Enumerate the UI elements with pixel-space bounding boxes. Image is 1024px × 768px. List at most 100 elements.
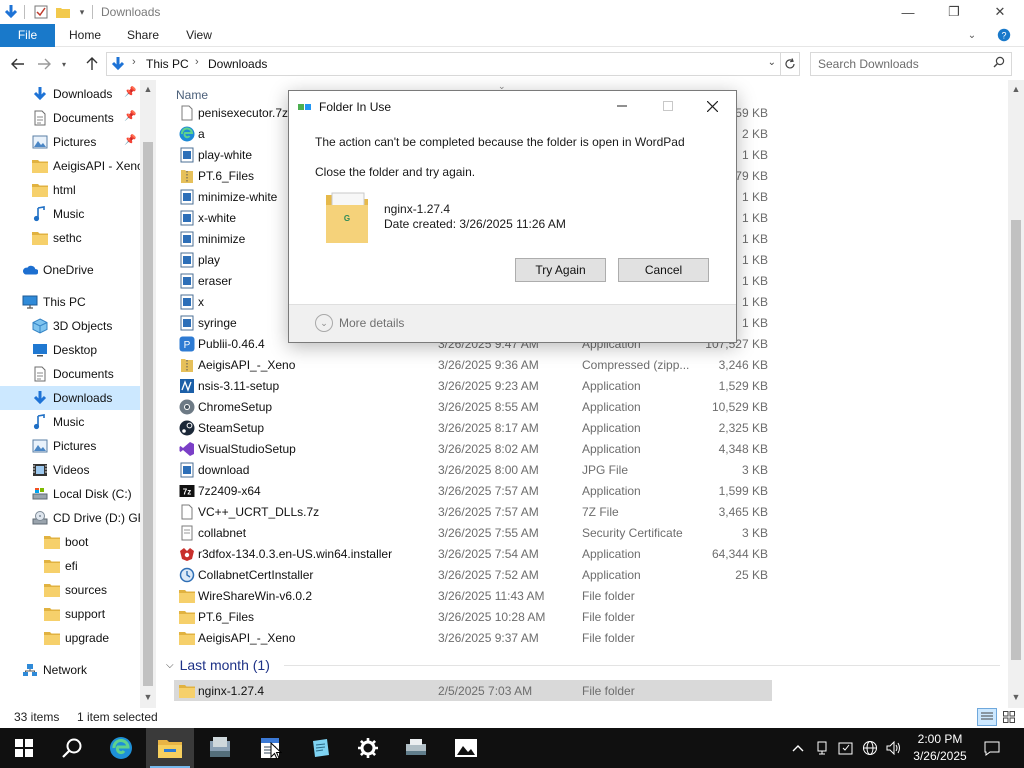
file-row[interactable]: nsis-3.11-setup 3/26/2025 9:23 AM Applicat… <box>174 375 772 396</box>
file-row[interactable]: AeigisAPI_-_Xeno 3/26/2025 9:36 AM Compres… <box>174 354 772 375</box>
nav-item[interactable]: Documents <box>0 362 140 386</box>
help-button[interactable]: ? <box>994 24 1014 47</box>
properties-icon[interactable] <box>32 3 50 21</box>
scroll-down-icon[interactable]: ▼ <box>140 690 156 704</box>
maximize-button[interactable]: ❐ <box>931 0 977 24</box>
nav-item[interactable]: Pictures <box>0 434 140 458</box>
file-row[interactable]: VisualStudioSetup 3/26/2025 8:02 AM Applic… <box>174 438 772 459</box>
nav-item[interactable]: CD Drive (D:) GR <box>0 506 146 530</box>
file-list-scrollbar[interactable]: ▲ ▼ <box>1008 80 1024 708</box>
refresh-button[interactable] <box>780 52 800 76</box>
file-row[interactable]: ChromeSetup 3/26/2025 8:55 AM Application 1… <box>174 396 772 417</box>
file-row[interactable]: PT.6_Files 3/26/2025 10:28 AM File folder <box>174 606 772 627</box>
breadcrumb-separator-icon[interactable]: › <box>132 56 136 68</box>
tab-home[interactable]: Home <box>58 24 112 47</box>
nav-item[interactable]: boot <box>0 530 140 554</box>
cancel-button[interactable]: Cancel <box>618 258 709 282</box>
edge-taskbar-button[interactable] <box>97 728 145 768</box>
minimize-button[interactable]: — <box>885 0 931 24</box>
more-details-toggle[interactable]: ⌄ More details <box>315 314 404 332</box>
back-button[interactable] <box>8 54 28 74</box>
up-button[interactable] <box>82 54 102 74</box>
dialog-minimize-button[interactable] <box>599 91 644 121</box>
scroll-up-icon[interactable]: ▲ <box>140 82 156 96</box>
file-row[interactable]: download 3/26/2025 8:00 AM JPG File 3 KB <box>174 459 772 480</box>
tray-device-icon[interactable] <box>812 728 832 768</box>
expand-ribbon-icon[interactable]: ⌄ <box>962 24 982 47</box>
recent-locations-icon[interactable]: ▾ <box>58 54 70 74</box>
tab-share[interactable]: Share <box>116 24 170 47</box>
nav-item[interactable]: efi <box>0 554 140 578</box>
column-name[interactable]: Name <box>176 88 208 102</box>
file-row[interactable]: VC++_UCRT_DLLs.7z 3/26/2025 7:57 AM 7Z Fil… <box>174 501 772 522</box>
nav-item[interactable]: html <box>0 178 140 202</box>
nav-item[interactable]: Network <box>0 658 140 682</box>
search-button[interactable] <box>48 728 96 768</box>
clock[interactable]: 2:00 PM 3/26/2025 <box>906 731 974 765</box>
close-button[interactable]: ✕ <box>977 0 1023 24</box>
tab-file[interactable]: File <box>0 24 55 47</box>
nav-item[interactable]: This PC <box>0 290 140 314</box>
group-collapse-icon[interactable]: ⌵ <box>166 660 174 671</box>
app-installer-taskbar-button[interactable] <box>196 728 244 768</box>
nav-item[interactable]: support <box>0 602 140 626</box>
wordpad-taskbar-button[interactable] <box>246 728 294 768</box>
file-row[interactable]: CollabnetCertInstaller 3/26/2025 7:52 AM A… <box>174 564 772 585</box>
nav-item[interactable]: Documents 📌 <box>0 106 140 130</box>
file-row[interactable]: nginx-1.27.4 2/5/2025 7:03 AM File folder <box>174 680 772 701</box>
file-row[interactable]: collabnet 3/26/2025 7:55 AM Security Certi… <box>174 522 772 543</box>
nav-item[interactable]: Videos <box>0 458 140 482</box>
file-row[interactable]: r3dfox-134.0.3.en-US.win64.installer 3/26… <box>174 543 772 564</box>
breadcrumb-downloads[interactable]: Downloads <box>208 57 267 71</box>
language-icon[interactable] <box>860 728 880 768</box>
address-box[interactable]: › This PC › Downloads ⌄ <box>106 52 781 76</box>
settings-taskbar-button[interactable] <box>344 728 392 768</box>
network-drive-taskbar-button[interactable] <box>392 728 440 768</box>
scroll-down-icon[interactable]: ▼ <box>1008 690 1024 704</box>
breadcrumb-this-pc[interactable]: This PC <box>146 57 189 71</box>
scroll-up-icon[interactable]: ▲ <box>1008 82 1024 96</box>
nav-item[interactable]: Music <box>0 410 140 434</box>
nav-item[interactable]: AeigisAPI - Xeno <box>0 154 144 178</box>
file-list-scroll-thumb[interactable] <box>1011 220 1021 660</box>
notepad-taskbar-button[interactable] <box>296 728 344 768</box>
volume-icon[interactable] <box>884 728 904 768</box>
nav-scrollbar[interactable]: ▲ ▼ <box>140 80 156 708</box>
customize-quick-access-icon[interactable]: ▾ <box>75 3 89 21</box>
nav-item[interactable]: Desktop <box>0 338 140 362</box>
file-row[interactable]: WireShareWin-v6.0.2 3/26/2025 11:43 AM Fil… <box>174 585 772 606</box>
nav-item[interactable]: Local Disk (C:) <box>0 482 140 506</box>
nav-scroll-thumb[interactable] <box>143 142 153 686</box>
nav-item[interactable]: upgrade <box>0 626 140 650</box>
search-icon[interactable] <box>993 56 1005 71</box>
dialog-close-button[interactable] <box>690 91 735 121</box>
large-icons-view-button[interactable] <box>999 708 1019 726</box>
show-hidden-icons-icon[interactable] <box>789 728 807 768</box>
tray-security-icon[interactable] <box>836 728 856 768</box>
file-row[interactable]: 7z 7z2409-x64 3/26/2025 7:57 AM Application… <box>174 480 772 501</box>
file-row[interactable]: SteamSetup 3/26/2025 8:17 AM Application 2,… <box>174 417 772 438</box>
details-view-button[interactable] <box>977 708 997 726</box>
nav-item[interactable]: OneDrive <box>0 258 140 282</box>
breadcrumb-separator-icon[interactable]: › <box>195 56 199 68</box>
tab-view[interactable]: View <box>172 24 226 47</box>
start-button[interactable] <box>0 728 48 768</box>
expand-chevron-icon[interactable]: ⌄ <box>315 314 333 332</box>
try-again-button[interactable]: Try Again <box>515 258 606 282</box>
search-box[interactable] <box>810 52 1012 76</box>
search-input[interactable] <box>811 53 987 75</box>
forward-button[interactable] <box>34 54 54 74</box>
notification-icon[interactable] <box>980 728 1004 768</box>
nav-item[interactable]: Downloads 📌 <box>0 82 140 106</box>
address-dropdown-icon[interactable]: ⌄ <box>768 57 776 68</box>
new-folder-icon[interactable] <box>54 3 72 21</box>
photos-taskbar-button[interactable] <box>442 728 490 768</box>
nav-item[interactable]: Pictures 📌 <box>0 130 140 154</box>
nav-item[interactable]: Music <box>0 202 140 226</box>
nav-item[interactable]: sources <box>0 578 140 602</box>
nav-item[interactable]: 3D Objects <box>0 314 140 338</box>
nav-item[interactable]: Downloads <box>0 386 140 410</box>
file-explorer-taskbar-button[interactable] <box>146 728 194 768</box>
group-last-month[interactable]: ⌵ Last month (1) <box>166 657 270 673</box>
file-row[interactable]: AeigisAPI_-_Xeno 3/26/2025 9:37 AM File fo… <box>174 627 772 648</box>
